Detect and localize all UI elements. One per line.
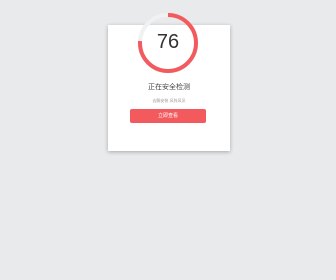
security-score: 76	[156, 31, 180, 53]
status-title: 正在安全检测	[148, 83, 190, 91]
status-subtitle: 去解安装 风阵风讯	[152, 98, 186, 103]
view-now-button[interactable]: 立即查看	[130, 109, 206, 123]
page: 76 正在安全检测 去解安装 风阵风讯 立即查看	[0, 0, 336, 280]
